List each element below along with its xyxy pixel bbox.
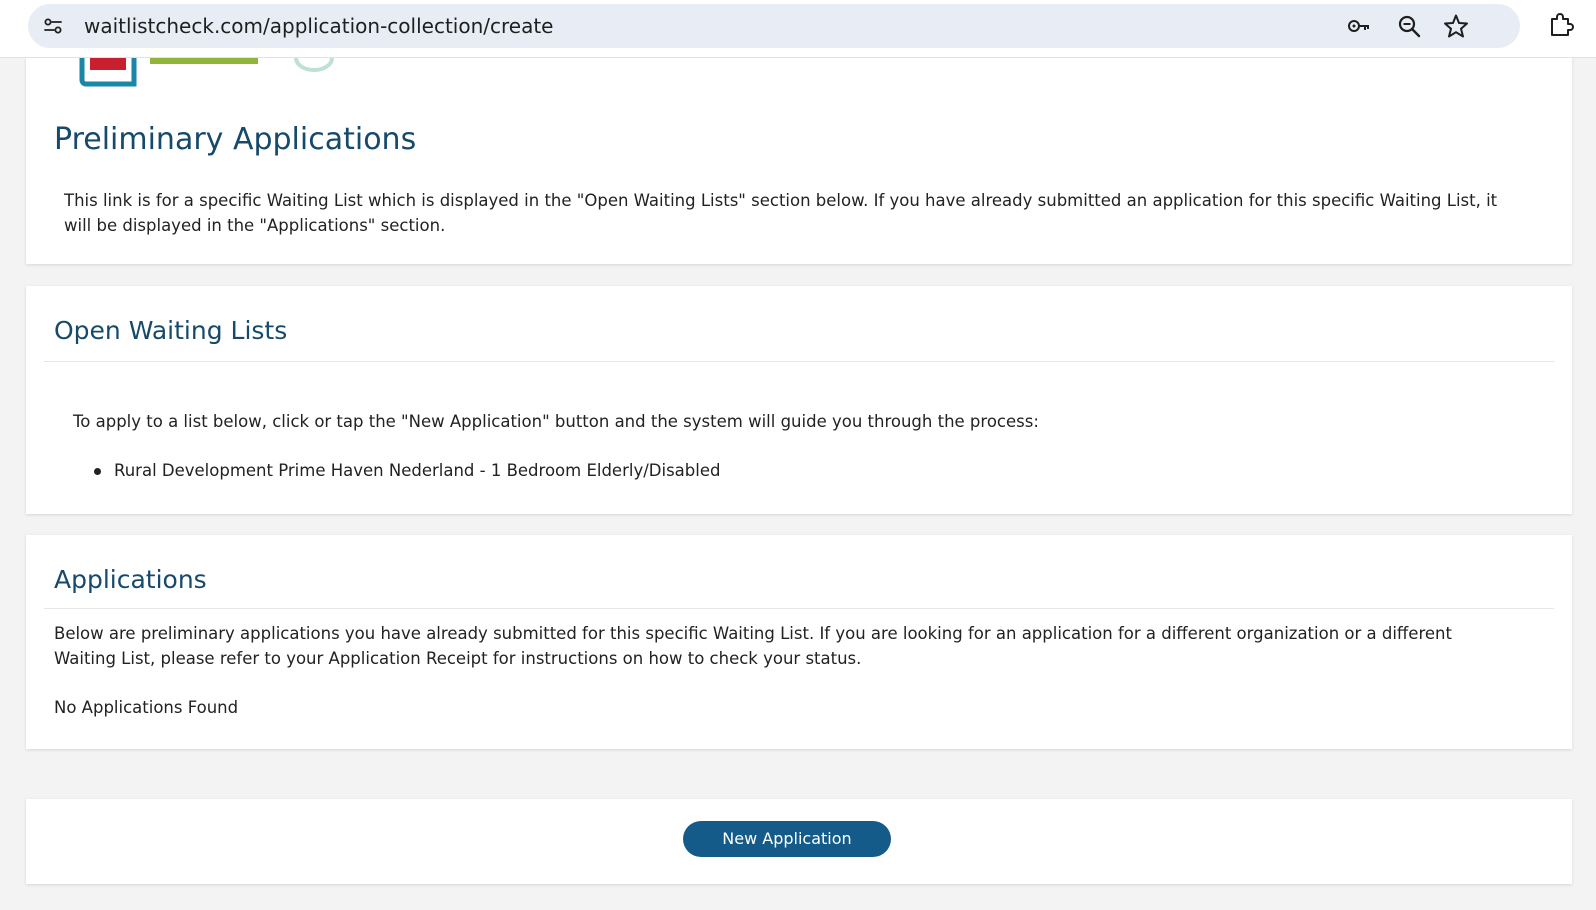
browser-toolbar: waitlistcheck.com/application-collection…	[0, 0, 1596, 58]
zoom-out-icon[interactable]	[1396, 13, 1422, 39]
bookmark-star-icon[interactable]	[1443, 13, 1469, 39]
open-waiting-lists-card: Open Waiting Lists To apply to a list be…	[26, 286, 1572, 514]
url-text[interactable]: waitlistcheck.com/application-collection…	[84, 14, 553, 38]
page-title: Preliminary Applications	[54, 122, 417, 157]
key-icon[interactable]	[1346, 13, 1372, 39]
applications-card: Applications Below are preliminary appli…	[26, 535, 1572, 749]
address-bar[interactable]: waitlistcheck.com/application-collection…	[28, 4, 1520, 48]
list-item: Rural Development Prime Haven Nederland …	[92, 458, 720, 483]
open-waiting-lists-heading: Open Waiting Lists	[54, 316, 288, 345]
section-divider	[44, 608, 1554, 609]
preliminary-applications-card: Preliminary Applications This link is fo…	[26, 58, 1572, 264]
applications-heading: Applications	[54, 565, 207, 594]
waiting-list-items: Rural Development Prime Haven Nederland …	[92, 458, 720, 483]
organization-logo	[79, 58, 334, 87]
extensions-puzzle-icon[interactable]	[1547, 10, 1575, 38]
page-content: Preliminary Applications This link is fo…	[6, 58, 1596, 910]
apply-instructions: To apply to a list below, click or tap t…	[73, 412, 1039, 431]
preliminary-description: This link is for a specific Waiting List…	[64, 191, 1498, 235]
section-divider	[44, 361, 1554, 362]
no-applications-message: No Applications Found	[54, 698, 239, 717]
new-application-button[interactable]: New Application	[683, 821, 891, 857]
action-card: New Application	[26, 799, 1572, 884]
site-info-icon[interactable]	[42, 15, 64, 37]
applications-description: Below are preliminary applications you h…	[54, 624, 1452, 668]
